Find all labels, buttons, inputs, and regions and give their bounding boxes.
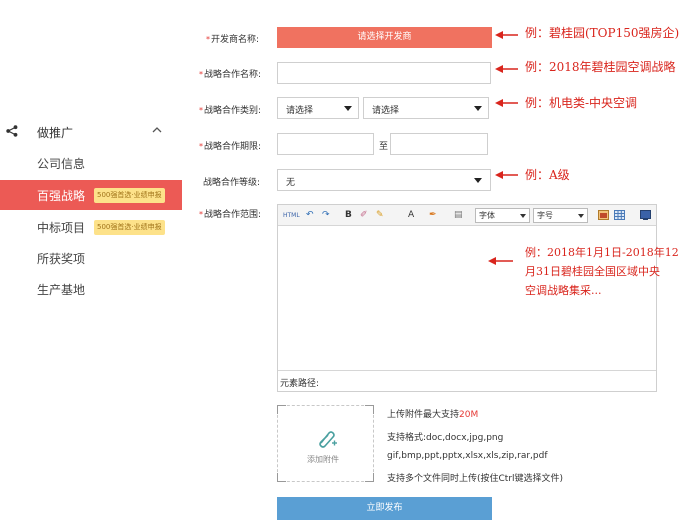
- period-end-input[interactable]: [390, 133, 488, 155]
- font-family-select[interactable]: 字体: [475, 208, 530, 223]
- chevron-up-icon[interactable]: [152, 126, 162, 134]
- chevron-down-icon: [344, 106, 352, 111]
- arrow-left-icon: [495, 65, 518, 73]
- font-color-icon[interactable]: A: [408, 209, 414, 222]
- document-icon[interactable]: ▤: [454, 209, 463, 222]
- undo-icon[interactable]: ↶: [306, 209, 314, 222]
- sidebar-item-awards[interactable]: 所获奖项: [0, 243, 182, 273]
- element-path-label: 元素路径:: [280, 379, 320, 389]
- level-select[interactable]: 无: [277, 169, 491, 191]
- sidebar-item-label: 所获奖项: [37, 252, 86, 266]
- add-attachment-label: 添加附件: [307, 455, 339, 464]
- sidebar-item-won-projects[interactable]: 中标项目 500强首选·业绩申报: [0, 212, 182, 242]
- status-badge: 500强首选·业绩申报: [94, 220, 165, 235]
- sidebar-item-label: 生产基地: [37, 283, 86, 297]
- select-value: 字号: [537, 211, 553, 220]
- status-badge: 500强首选·业绩申报: [94, 188, 165, 203]
- strategy-category-label: *战略合作类别:: [199, 103, 261, 116]
- html-source-icon[interactable]: HTML: [283, 209, 300, 222]
- upload-formats-line2: gif,bmp,ppt,pptx,xlsx,xls,zip,rar,pdf: [387, 451, 548, 461]
- select-developer-button[interactable]: 请选择开发商: [277, 27, 492, 48]
- strategy-level-label: 战略合作等级:: [203, 178, 261, 188]
- annotation-strategy-level: 例：A级: [525, 168, 570, 182]
- editor-toolbar: HTML ↶ ↷ B ✐ ✎ A ✒ ▤ 字体 字号: [278, 205, 656, 226]
- annotation-strategy-category: 例：机电类-中央空调: [525, 96, 638, 110]
- developer-label: *开发商名称:: [206, 32, 259, 45]
- upload-max-value: 20M: [459, 410, 479, 420]
- strategy-period-label-text: 战略合作期限:: [204, 142, 262, 152]
- paperclip-icon: [319, 431, 337, 448]
- select-value: 无: [286, 178, 296, 188]
- required-marker: *: [199, 142, 203, 151]
- eraser-icon[interactable]: ✐: [360, 209, 368, 222]
- strategy-period-label: *战略合作期限:: [199, 139, 261, 152]
- format-brush-icon[interactable]: ✎: [376, 209, 384, 222]
- select-value: 请选择: [372, 106, 400, 116]
- sidebar-item-label: 中标项目: [37, 221, 86, 235]
- sidebar-item-top100-strategy[interactable]: 百强战略 500强首选·业绩申报: [0, 180, 182, 210]
- arrow-left-icon: [495, 171, 518, 179]
- strategy-name-input[interactable]: [277, 62, 491, 84]
- strategy-name-label: *战略合作名称:: [199, 67, 261, 80]
- upload-max-prefix: 上传附件最大支持: [387, 410, 460, 420]
- period-start-input[interactable]: [277, 133, 374, 155]
- upload-max-size: 上传附件最大支持20M: [387, 407, 478, 420]
- table-icon[interactable]: [614, 210, 625, 220]
- select-value: 字体: [479, 211, 495, 220]
- editor-element-path: 元素路径:: [278, 370, 656, 391]
- strategy-scope-label: *战略合作范围:: [199, 207, 261, 220]
- arrow-left-icon: [488, 257, 513, 265]
- annotation-strategy-name: 例：2018年碧桂园空调战略: [525, 60, 676, 74]
- upload-multi-hint: 支持多个文件同时上传(按住Ctrl键选择文件): [387, 474, 564, 484]
- chevron-down-icon: [578, 214, 584, 218]
- required-marker: *: [199, 210, 203, 219]
- period-separator: 至: [379, 142, 389, 152]
- developer-label-text: 开发商名称:: [211, 35, 260, 45]
- required-marker: *: [199, 70, 203, 79]
- select-value: 请选择: [286, 106, 314, 116]
- chevron-down-icon: [474, 178, 482, 183]
- upload-formats-line1: 支持格式:doc,docx,jpg,png: [387, 433, 504, 443]
- strategy-scope-label-text: 战略合作范围:: [204, 210, 262, 220]
- category-select-secondary[interactable]: 请选择: [363, 97, 489, 119]
- required-marker: *: [199, 106, 203, 115]
- sidebar-item-label: 公司信息: [37, 157, 86, 171]
- sidebar-section-label: 做推广: [37, 126, 74, 140]
- chevron-down-icon: [474, 106, 482, 111]
- strategy-category-label-text: 战略合作类别:: [204, 106, 262, 116]
- highlight-icon[interactable]: ✒: [429, 209, 437, 222]
- font-size-select[interactable]: 字号: [533, 208, 588, 223]
- annotation-developer: 例：碧桂园(TOP150强房企): [525, 26, 680, 40]
- share-icon: [6, 125, 18, 137]
- corner-mark: [277, 405, 286, 414]
- annotation-line: 月31日碧桂园全国区域中央: [525, 265, 660, 278]
- sidebar-item-label: 百强战略: [37, 189, 86, 203]
- category-select-primary[interactable]: 请选择: [277, 97, 359, 119]
- arrow-left-icon: [495, 31, 518, 39]
- required-marker: *: [206, 35, 210, 44]
- fullscreen-icon[interactable]: [640, 210, 651, 220]
- annotation-line: 例：2018年1月1日-2018年12: [525, 246, 679, 259]
- sidebar-item-production-base[interactable]: 生产基地: [0, 274, 182, 304]
- arrow-left-icon: [495, 99, 518, 107]
- bold-icon[interactable]: B: [345, 209, 352, 222]
- annotation-strategy-scope: 例：2018年1月1日-2018年12 月31日碧桂园全国区域中央 空调战略集采…: [525, 243, 679, 300]
- add-attachment-button[interactable]: 添加附件: [277, 405, 374, 482]
- strategy-name-label-text: 战略合作名称:: [204, 70, 262, 80]
- sidebar-section-promote[interactable]: 做推广: [0, 118, 182, 146]
- corner-mark: [365, 405, 374, 414]
- corner-mark: [365, 473, 374, 482]
- chevron-down-icon: [520, 214, 526, 218]
- corner-mark: [277, 473, 286, 482]
- publish-button[interactable]: 立即发布: [277, 497, 492, 520]
- image-icon[interactable]: [598, 210, 609, 220]
- redo-icon[interactable]: ↷: [322, 209, 330, 222]
- annotation-line: 空调战略集采...: [525, 284, 602, 297]
- sidebar-item-company-info[interactable]: 公司信息: [0, 148, 182, 178]
